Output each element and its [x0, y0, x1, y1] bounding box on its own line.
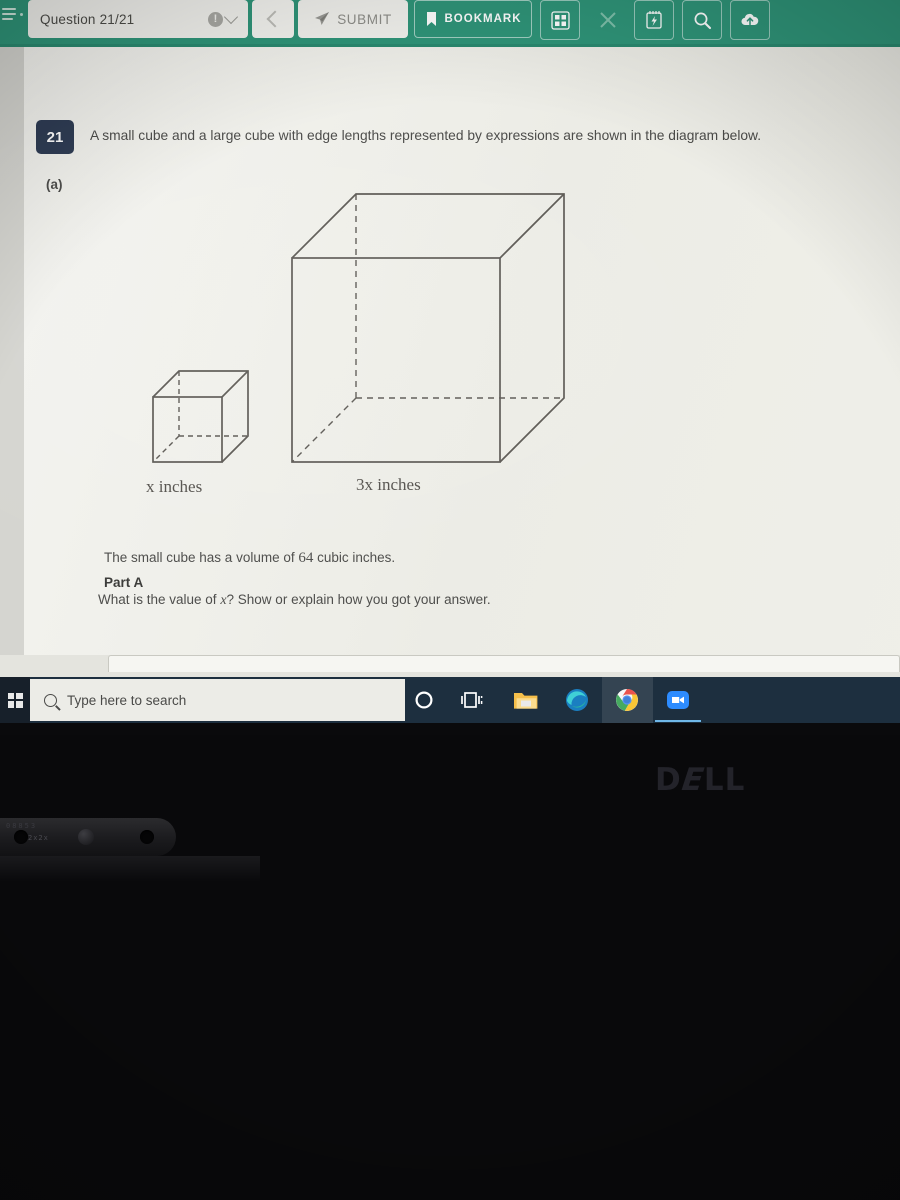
- file-explorer-icon[interactable]: [509, 683, 543, 717]
- part-a-prompt-after: ? Show or explain how you got your answe…: [226, 592, 491, 607]
- start-button[interactable]: [0, 677, 30, 723]
- app-header: Question 21/21 ! SUBMIT BOOKMARK: [0, 0, 900, 47]
- laptop-photo: Question 21/21 ! SUBMIT BOOKMARK 21 A sm…: [0, 0, 900, 1200]
- part-a-prompt: What is the value of x? Show or explain …: [98, 592, 491, 609]
- laptop-screen: Question 21/21 ! SUBMIT BOOKMARK 21 A sm…: [0, 0, 900, 735]
- task-view-icon[interactable]: [455, 683, 489, 717]
- cloud-upload-icon[interactable]: [730, 0, 770, 40]
- part-label: (a): [46, 177, 63, 192]
- chrome-active-highlight: [602, 677, 653, 723]
- hinge-marking: 2x2x: [28, 834, 49, 842]
- volume-value: 64: [298, 550, 314, 566]
- hinge-hole: [140, 830, 154, 844]
- answer-input[interactable]: [108, 655, 900, 672]
- close-icon[interactable]: [588, 0, 628, 40]
- question-tab[interactable]: Question 21/21 !: [28, 0, 248, 38]
- zoom-active-underline: [655, 720, 701, 722]
- question-stem: A small cube and a large cube with edge …: [90, 128, 762, 143]
- volume-statement: The small cube has a volume of 64 cubic …: [104, 550, 395, 567]
- search-placeholder: Type here to search: [67, 692, 187, 708]
- small-cube: [152, 370, 249, 463]
- part-a-prompt-before: What is the value of: [98, 592, 221, 607]
- bookmark-button[interactable]: BOOKMARK: [414, 0, 532, 38]
- hinge-screw: [78, 829, 94, 845]
- large-cube-label: 3x inches: [356, 475, 421, 494]
- windows-taskbar: Type here to search: [0, 677, 900, 723]
- small-cube-label: x inches: [146, 477, 203, 496]
- volume-text-after: cubic inches.: [313, 550, 396, 565]
- bookmark-label: BOOKMARK: [444, 13, 522, 25]
- search-icon[interactable]: [682, 0, 722, 40]
- hinge-shadow: [0, 856, 260, 882]
- laptop-hinge-bracket: 08853 2x2x: [0, 818, 176, 856]
- keyboard: F1✕F2◂)F3◂))F4✕F5■F6■F7F8▣F9!1@2#3$4%5^6…: [0, 1050, 900, 1200]
- hinge-hole: [14, 830, 28, 844]
- windows-logo-icon: [7, 692, 23, 708]
- info-icon[interactable]: !: [208, 11, 223, 27]
- chevron-down-icon[interactable]: [223, 9, 239, 25]
- question-tab-label: Question 21/21: [40, 11, 135, 27]
- question-number-badge: 21: [36, 120, 74, 154]
- previous-question-button[interactable]: [252, 0, 294, 38]
- hamburger-icon[interactable]: [2, 8, 16, 24]
- cube-diagram: [110, 170, 610, 500]
- chevron-left-icon: [266, 10, 283, 28]
- bookmark-icon: [426, 12, 436, 26]
- zoom-icon[interactable]: [661, 683, 695, 717]
- page-gutter: [0, 47, 24, 662]
- large-cube: [291, 193, 565, 463]
- part-a-heading: Part A: [104, 575, 144, 590]
- calculator-icon[interactable]: [540, 0, 580, 40]
- menu-dot-icon: [20, 13, 23, 16]
- search-icon: [44, 693, 57, 707]
- hinge-marking-top: 08853: [6, 822, 38, 830]
- volume-text-before: The small cube has a volume of: [104, 550, 299, 565]
- notepad-icon[interactable]: [634, 0, 674, 40]
- submit-label: SUBMIT: [337, 11, 392, 27]
- submit-button[interactable]: SUBMIT: [298, 0, 408, 38]
- microsoft-edge-icon[interactable]: [560, 683, 594, 717]
- cortana-icon[interactable]: [407, 683, 441, 717]
- dell-logo: DELL: [655, 762, 746, 798]
- search-input[interactable]: Type here to search: [30, 679, 405, 721]
- paper-plane-icon: [315, 12, 330, 25]
